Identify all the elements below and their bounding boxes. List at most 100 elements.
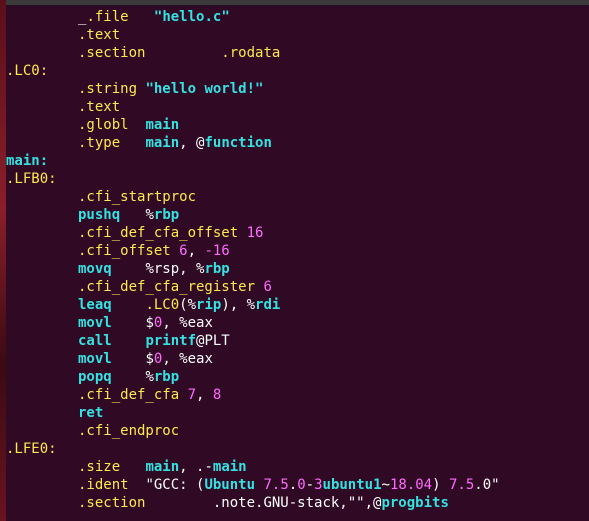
code-token: rbp bbox=[204, 261, 230, 277]
code-token: %rsp, % bbox=[145, 261, 205, 277]
code-token: ), % bbox=[221, 297, 256, 313]
code-token: movq bbox=[78, 261, 112, 277]
code-token: .cfi_def_cfa_register bbox=[78, 279, 256, 295]
code-line: .string "hello world!" bbox=[78, 80, 263, 98]
code-line: .globl main bbox=[78, 116, 179, 134]
code-token: .rodata bbox=[221, 45, 281, 61]
code-line: .cfi_startproc bbox=[78, 188, 196, 206]
code-token: $ bbox=[145, 315, 154, 331]
code-token: .globl bbox=[78, 117, 129, 133]
code-token: .section bbox=[78, 495, 146, 511]
code-token: $ bbox=[145, 351, 154, 367]
code-token: .cfi_def_cfa_offset bbox=[78, 225, 239, 241]
code-line: .cfi_offset 6, -16 bbox=[78, 242, 230, 260]
code-line: .ident "GCC: (Ubuntu 7.5.0-3ubuntu1~18.0… bbox=[78, 476, 500, 494]
code-token: .LFE0: bbox=[6, 441, 57, 457]
code-token: "hello.c" bbox=[153, 9, 230, 25]
code-line: _.file "hello.c" bbox=[78, 8, 230, 26]
code-token: % bbox=[145, 207, 154, 223]
code-token: main: bbox=[6, 153, 49, 169]
code-line: movq %rsp, %rbp bbox=[78, 260, 230, 278]
code-token: 6 bbox=[263, 279, 272, 295]
code-line: .type main, @function bbox=[78, 134, 272, 152]
code-token: , .- bbox=[179, 459, 213, 475]
code-token: leaq bbox=[78, 297, 112, 313]
code-line: .cfi_def_cfa_offset 16 bbox=[78, 224, 263, 242]
code-token: function bbox=[204, 135, 272, 151]
code-token: 18.04 bbox=[389, 477, 433, 493]
code-token: , %eax bbox=[162, 351, 213, 367]
code-token: .ident bbox=[78, 477, 129, 493]
code-token: 3 bbox=[314, 477, 323, 493]
code-line: leaq .LC0(%rip), %rdi bbox=[78, 296, 280, 314]
code-token: call bbox=[78, 333, 112, 349]
code-token: 8 bbox=[212, 387, 222, 403]
code-token: .LFB0: bbox=[6, 171, 57, 187]
terminal-editor[interactable]: _.file "hello.c" .text .section .rodata .LC… bbox=[6, 8, 589, 521]
code-line: popq %rbp bbox=[78, 368, 179, 386]
code-line: pushq %rbp bbox=[78, 206, 179, 224]
code-token: .LC0: bbox=[6, 63, 49, 79]
window-top-edge bbox=[0, 0, 589, 5]
code-token: .cfi_def_cfa bbox=[78, 387, 180, 403]
code-token: 6 bbox=[179, 243, 188, 259]
code-token: main bbox=[145, 135, 180, 151]
code-token: rbp bbox=[153, 207, 180, 223]
code-token: "hello world!" bbox=[145, 81, 264, 97]
code-token: .cfi_endproc bbox=[78, 423, 180, 439]
code-token: @PLT bbox=[196, 333, 230, 349]
code-token: .cfi_startproc bbox=[78, 189, 197, 205]
code-token: ) bbox=[432, 477, 449, 493]
code-token: movl bbox=[78, 351, 112, 367]
code-token: , bbox=[196, 387, 213, 403]
code-token: pushq bbox=[78, 207, 121, 223]
code-token: 7 bbox=[187, 387, 197, 403]
code-token: -16 bbox=[204, 243, 230, 259]
code-token: , %eax bbox=[162, 315, 213, 331]
code-token: .note.GNU-stack,"",@ bbox=[212, 495, 382, 511]
code-token: popq bbox=[78, 369, 112, 385]
code-token: .file bbox=[86, 9, 129, 25]
code-line: .size main, .-main bbox=[78, 458, 247, 476]
code-line: movl $0, %eax bbox=[78, 350, 213, 368]
code-line: .LFE0: bbox=[6, 440, 57, 458]
code-line: .cfi_endproc bbox=[78, 422, 179, 440]
code-line: .LFB0: bbox=[6, 170, 57, 188]
code-line: call printf@PLT bbox=[78, 332, 230, 350]
code-token: 0 bbox=[297, 477, 306, 493]
code-token: rdi bbox=[255, 297, 281, 313]
code-token: % bbox=[145, 369, 154, 385]
code-token: .cfi_offset bbox=[78, 243, 171, 259]
code-token: - bbox=[305, 477, 315, 493]
code-line: .LC0: bbox=[6, 62, 48, 80]
code-line: main: bbox=[6, 152, 48, 170]
code-token: main bbox=[145, 459, 180, 475]
code-token: .type bbox=[78, 135, 121, 151]
code-token: printf bbox=[145, 333, 197, 349]
code-token: main bbox=[212, 459, 247, 475]
code-token: .string bbox=[78, 81, 138, 97]
code-token: .section bbox=[78, 45, 146, 61]
code-line: movl $0, %eax bbox=[78, 314, 213, 332]
code-line: .text bbox=[78, 98, 120, 116]
code-line: .section .note.GNU-stack,"",@progbits bbox=[78, 494, 449, 512]
code-token: (% bbox=[179, 297, 197, 313]
code-token: ret bbox=[78, 405, 104, 421]
code-token: 7.5 bbox=[263, 477, 289, 493]
code-token: ~ bbox=[381, 477, 390, 493]
